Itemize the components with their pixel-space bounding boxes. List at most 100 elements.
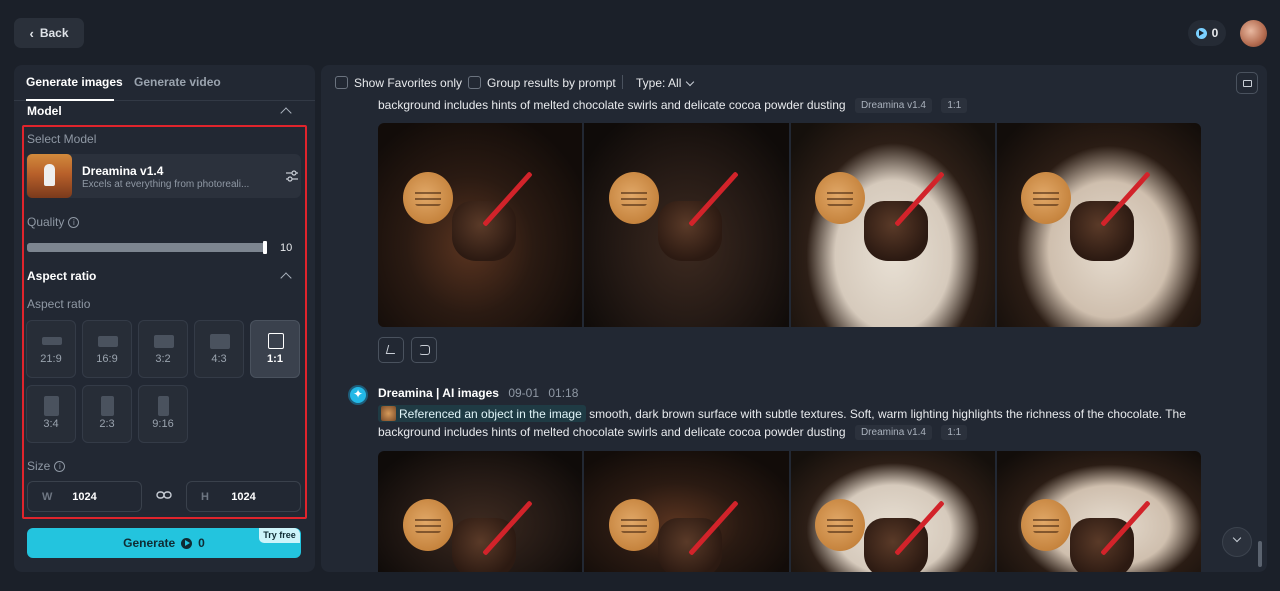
generation-settings-panel: Generate images Generate video Model Sel…: [14, 65, 315, 572]
result-2-images: [378, 451, 1201, 572]
credit-coin-icon: [181, 537, 193, 549]
chevron-down-icon: [686, 77, 695, 86]
aspect-ratio-3-4[interactable]: 3:4: [26, 385, 76, 443]
aspect-ratio-label: Aspect ratio: [27, 297, 91, 311]
generated-image[interactable]: [790, 451, 995, 572]
reference-chip-label: Referenced an object in the image: [399, 407, 582, 421]
top-bar: ‹ Back 0: [0, 0, 1280, 64]
type-filter-dropdown[interactable]: Type: All: [636, 76, 695, 90]
active-tab-indicator: [26, 99, 114, 101]
settings-sliders-icon[interactable]: [285, 169, 299, 183]
folder-button[interactable]: [1236, 72, 1258, 94]
ratio-16-9-icon: [98, 336, 118, 347]
model-name: Dreamina v1.4: [82, 164, 164, 178]
model-description: Excels at everything from photoreali...: [82, 179, 250, 190]
ratio-label: 4:3: [211, 353, 227, 365]
aspect-ratio-4-3[interactable]: 4:3: [194, 320, 244, 378]
aspect-ratio-1-1[interactable]: 1:1: [250, 320, 300, 378]
generated-image[interactable]: [584, 123, 789, 327]
group-by-prompt-label[interactable]: Group results by prompt: [487, 76, 616, 90]
quality-slider[interactable]: [27, 241, 267, 254]
aspect-ratio-3-2[interactable]: 3:2: [138, 320, 188, 378]
dessert-illustration: [1070, 200, 1135, 261]
result-2-meta: Dreamina | AI images 09-01 01:18: [378, 386, 578, 400]
aspect-ratio-section-title: Aspect ratio: [27, 269, 97, 283]
back-button[interactable]: ‹ Back: [14, 18, 84, 48]
size-label-text: Size: [27, 459, 51, 473]
ratio-3-2-icon: [154, 335, 174, 348]
collapse-aspect-chevron-icon[interactable]: [280, 272, 292, 284]
ratio-label: 16:9: [96, 353, 118, 365]
ratio-label: 1:1: [267, 353, 283, 365]
tab-generate-images[interactable]: Generate images: [26, 75, 123, 89]
aspect-ratio-21-9[interactable]: 21:9: [26, 320, 76, 378]
generated-image[interactable]: [378, 451, 583, 572]
pencil-icon: [385, 345, 398, 354]
chevron-down-icon: [1232, 533, 1242, 543]
result-2-prompt-line-1: Referenced an object in the image smooth…: [378, 405, 1186, 422]
ratio-tag: 1:1: [941, 98, 968, 114]
tab-generate-video[interactable]: Generate video: [134, 75, 221, 89]
ratio-4-3-icon: [210, 334, 230, 349]
mode-tabs: Generate images Generate video: [14, 65, 315, 101]
biscuit-illustration: [402, 171, 453, 224]
generated-image[interactable]: [378, 123, 583, 327]
scroll-to-bottom-button[interactable]: [1222, 527, 1252, 557]
edit-prompt-button[interactable]: [378, 337, 404, 363]
type-filter-label: Type: All: [636, 76, 682, 90]
dessert-illustration: [451, 200, 516, 261]
credit-coin-icon: [1195, 27, 1207, 39]
try-free-badge: Try free: [259, 528, 300, 543]
generated-image[interactable]: [996, 451, 1201, 572]
quality-value: 10: [280, 242, 293, 254]
avatar[interactable]: [1240, 20, 1267, 47]
ratio-tag: 1:1: [941, 425, 968, 441]
aspect-ratio-9-16[interactable]: 9:16: [138, 385, 188, 443]
regenerate-icon: [419, 345, 430, 355]
quality-slider-handle[interactable]: [263, 241, 267, 254]
folder-icon: [1243, 80, 1252, 87]
height-value: 1024: [231, 491, 256, 503]
result-2-prompt-text-1: smooth, dark brown surface with subtle t…: [589, 407, 1186, 421]
favorites-checkbox[interactable]: [335, 76, 348, 89]
ratio-label: 3:2: [155, 353, 171, 365]
biscuit-illustration: [402, 499, 453, 552]
info-icon[interactable]: i: [68, 217, 80, 229]
select-model-label: Select Model: [27, 132, 97, 146]
aspect-ratio-2-3[interactable]: 2:3: [82, 385, 132, 443]
generated-image[interactable]: [996, 123, 1201, 327]
reference-chip[interactable]: Referenced an object in the image: [378, 405, 586, 422]
generated-image[interactable]: [584, 451, 789, 572]
filter-bar: Show Favorites only Group results by pro…: [321, 65, 1267, 99]
group-by-prompt-checkbox[interactable]: [468, 76, 481, 89]
size-label: Size i: [27, 459, 66, 473]
link-dimensions-icon[interactable]: [156, 489, 172, 501]
model-thumbnail: [27, 154, 72, 198]
ratio-9-16-icon: [158, 396, 169, 416]
collapse-model-chevron-icon[interactable]: [280, 107, 292, 119]
result-2-prompt-text-2: background includes hints of melted choc…: [378, 425, 846, 439]
result-1-images: [378, 123, 1201, 327]
ratio-21-9-icon: [42, 337, 62, 345]
credits-count: 0: [1211, 26, 1219, 40]
ratio-label: 21:9: [40, 353, 62, 365]
width-input[interactable]: W 1024: [27, 481, 142, 512]
model-tag: Dreamina v1.4: [854, 98, 932, 114]
chevron-left-icon: ‹: [29, 25, 34, 41]
model-selector[interactable]: Dreamina v1.4 Excels at everything from …: [26, 154, 301, 198]
reference-thumbnail: [381, 406, 396, 421]
generated-image[interactable]: [790, 123, 995, 327]
result-date: 09-01: [508, 386, 540, 400]
result-time: 01:18: [548, 386, 579, 400]
aspect-ratio-16-9[interactable]: 16:9: [82, 320, 132, 378]
dessert-illustration: [864, 200, 929, 261]
info-icon[interactable]: i: [54, 461, 66, 473]
height-input[interactable]: H 1024: [186, 481, 301, 512]
generate-cost: 0: [198, 536, 205, 550]
regenerate-button[interactable]: [411, 337, 437, 363]
biscuit-illustration: [1021, 499, 1072, 552]
favorites-label[interactable]: Show Favorites only: [354, 76, 462, 90]
credits-badge[interactable]: 0: [1188, 20, 1226, 46]
biscuit-illustration: [815, 171, 865, 224]
scrollbar[interactable]: [1258, 541, 1262, 567]
